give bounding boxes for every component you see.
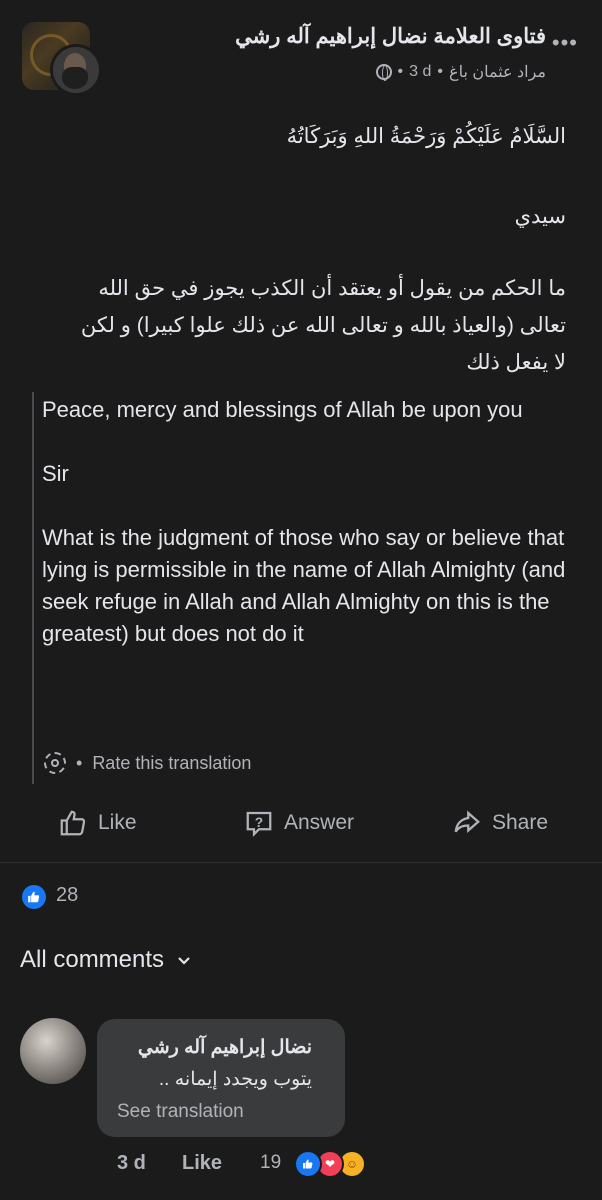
group-name[interactable]: فتاوى العلامة نضال إبراهيم آله رشي: [235, 24, 546, 49]
share-arrow-icon: [454, 810, 480, 833]
post-greeting: السَّلَامُ عَلَيْكُمْ وَرَحْمَةُ اللهِ و…: [286, 125, 566, 148]
translation-greeting: Peace, mercy and blessings of Allah be u…: [42, 397, 523, 422]
more-horizontal-icon[interactable]: •••: [552, 30, 578, 56]
like-reaction-icon[interactable]: [22, 885, 46, 909]
post-question-line-2: تعالى (والعياذ بالله و تعالى الله عن ذلك…: [80, 314, 566, 337]
svg-text:?: ?: [255, 815, 263, 830]
like-button[interactable]: Like: [58, 808, 137, 838]
commenter-avatar[interactable]: [20, 1018, 86, 1084]
commenter-name[interactable]: نضال إبراهيم آله رشي: [138, 1036, 312, 1059]
question-bubble-icon: ?: [246, 811, 272, 837]
answer-label: Answer: [284, 811, 355, 834]
post-question-line-1: ما الحكم من يقول أو يعتقد أن الكذب يجوز …: [98, 277, 566, 300]
share-button[interactable]: Share: [452, 808, 548, 838]
author-avatar[interactable]: [50, 44, 102, 96]
rate-translation-link[interactable]: Rate this translation: [92, 753, 251, 774]
translation-salutation: Sir: [42, 461, 69, 486]
chevron-down-icon: [178, 957, 190, 965]
comment-text: يتوب ويجدد إيمانه ..: [158, 1069, 312, 1090]
post-time[interactable]: 3 d: [409, 63, 431, 81]
translation-question: What is the judgment of those who say or…: [42, 525, 566, 646]
comment-reaction-count[interactable]: 19: [260, 1152, 281, 1174]
like-reaction-icon: [294, 1150, 322, 1178]
separator-dot: •: [397, 63, 404, 80]
post-salutation: سيدي: [514, 205, 566, 228]
comments-filter-label: All comments: [20, 946, 165, 973]
translation-block: Peace, mercy and blessings of Allah be u…: [42, 394, 572, 650]
rate-translation-row[interactable]: • Rate this translation: [44, 752, 251, 774]
globe-icon: [375, 64, 392, 81]
share-label: Share: [492, 811, 549, 834]
separator-dot: •: [76, 752, 83, 773]
answer-button[interactable]: ? Answer: [244, 808, 354, 838]
separator-dot: •: [437, 63, 444, 80]
post-question-line-3: لا يفعل ذلك: [466, 351, 566, 374]
see-translation-link[interactable]: See translation: [117, 1101, 244, 1123]
translation-divider-bar: [32, 392, 34, 784]
author-name[interactable]: مراد عثمان باغ: [449, 62, 546, 82]
section-divider: [0, 862, 602, 863]
thumbs-up-icon: [60, 810, 86, 836]
post-meta: • 3 d • مراد عثمان باغ: [375, 62, 546, 82]
like-label: Like: [98, 811, 137, 834]
reaction-count[interactable]: 28: [56, 884, 78, 907]
comment-like-button[interactable]: Like: [182, 1152, 222, 1175]
comment-time[interactable]: 3 d: [117, 1152, 146, 1175]
gear-icon[interactable]: [44, 752, 66, 774]
comments-filter-dropdown[interactable]: All comments: [20, 946, 192, 974]
